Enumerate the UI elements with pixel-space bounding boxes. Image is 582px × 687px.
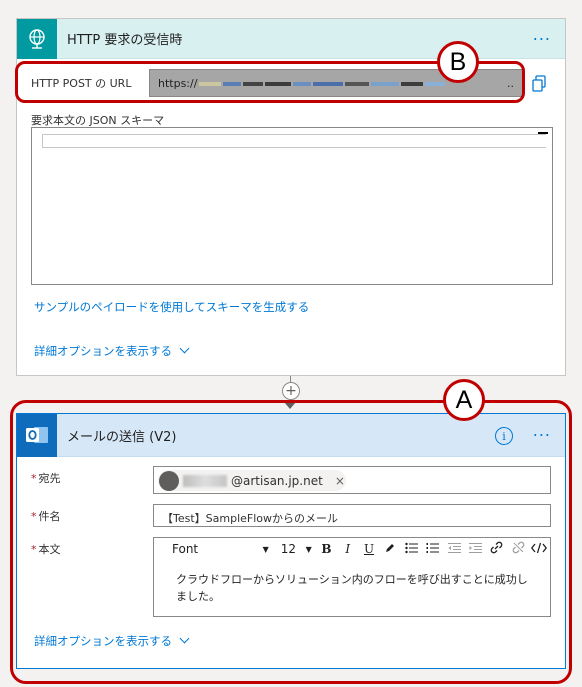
subject-field[interactable]: 【Test】SampleFlowからのメール (153, 504, 551, 527)
generate-schema-link[interactable]: サンプルのペイロードを使用してスキーマを生成する (34, 299, 309, 315)
url-redacted (197, 77, 446, 90)
http-trigger-header[interactable]: HTTP 要求の受信時 ··· (17, 18, 565, 59)
more-options-icon[interactable]: ··· (533, 426, 551, 445)
schema-editor-line (42, 134, 546, 148)
send-email-card: メールの送信 (V2) i ··· * 宛先 @artisan.jp.net × … (16, 413, 566, 669)
http-post-url-label: HTTP POST の URL (31, 77, 132, 90)
recipient-name-redacted (183, 474, 227, 487)
to-label: * 宛先 (31, 472, 61, 485)
highlight-pen-icon[interactable] (380, 542, 401, 557)
more-options-icon[interactable]: ··· (533, 29, 551, 48)
bold-button[interactable]: B (316, 542, 337, 556)
json-schema-editor[interactable] (31, 127, 553, 285)
show-advanced-options-link[interactable]: 詳細オプションを表示する (34, 343, 190, 359)
callout-badge-b: B (437, 41, 479, 83)
unlink-icon[interactable] (507, 541, 528, 557)
increase-indent-icon[interactable] (465, 542, 486, 557)
globe-icon (17, 18, 57, 59)
callout-badge-a: A (443, 379, 485, 421)
underline-button[interactable]: U (358, 542, 379, 556)
link-icon[interactable] (486, 541, 507, 557)
font-dropdown[interactable]: Font ▼ (172, 542, 269, 556)
to-field[interactable]: @artisan.jp.net × (153, 466, 551, 494)
url-ellipsis: .. (507, 76, 514, 90)
http-trigger-title: HTTP 要求の受信時 (67, 33, 183, 48)
font-size-dropdown[interactable]: 12 ▼ (281, 542, 312, 556)
send-email-title: メールの送信 (V2) (67, 429, 177, 445)
numbered-list-icon[interactable] (422, 542, 443, 557)
http-post-url-row: HTTP POST の URL https:// .. (17, 61, 565, 97)
advanced-options-label: 詳細オプションを表示する (34, 344, 172, 358)
subject-label: * 件名 (31, 510, 61, 523)
bullet-list-icon[interactable] (401, 542, 422, 557)
remove-recipient-icon[interactable]: × (335, 474, 345, 488)
editor-scrollbar[interactable] (538, 132, 548, 134)
show-advanced-options-link[interactable]: 詳細オプションを表示する (34, 633, 190, 649)
chevron-down-icon (179, 343, 190, 354)
code-view-icon[interactable] (529, 542, 550, 557)
advanced-options-label: 詳細オプションを表示する (34, 634, 172, 648)
italic-button[interactable]: I (337, 542, 358, 556)
rich-text-toolbar: Font ▼ 12 ▼ B I U (154, 538, 550, 560)
copy-icon[interactable] (531, 75, 547, 93)
send-email-header[interactable]: メールの送信 (V2) i ··· (17, 413, 565, 457)
arrow-down-icon (284, 402, 296, 409)
json-schema-label: 要求本文の JSON スキーマ (31, 114, 165, 127)
info-icon[interactable]: i (495, 427, 513, 445)
decrease-indent-icon[interactable] (444, 542, 465, 557)
recipient-chip: @artisan.jp.net × (158, 470, 346, 491)
add-step-button[interactable]: + (282, 382, 300, 400)
recipient-email: @artisan.jp.net (231, 473, 323, 488)
avatar (159, 470, 179, 491)
font-size-value: 12 (280, 542, 297, 556)
font-value: Font (172, 542, 199, 556)
url-text: https:// (158, 76, 198, 90)
email-body-text[interactable]: クラウドフローからソリューション内のフローを呼び出すことに成功しました。 (176, 571, 536, 605)
caret-down-icon: ▼ (305, 544, 312, 554)
body-label: * 本文 (31, 543, 61, 556)
outlook-icon (17, 413, 57, 457)
chevron-down-icon (179, 633, 190, 644)
caret-down-icon: ▼ (262, 544, 269, 554)
body-editor[interactable]: Font ▼ 12 ▼ B I U クラウドフローからソリューション内のフローを… (153, 537, 551, 617)
http-trigger-card: HTTP 要求の受信時 ··· HTTP POST の URL https://… (16, 18, 566, 376)
